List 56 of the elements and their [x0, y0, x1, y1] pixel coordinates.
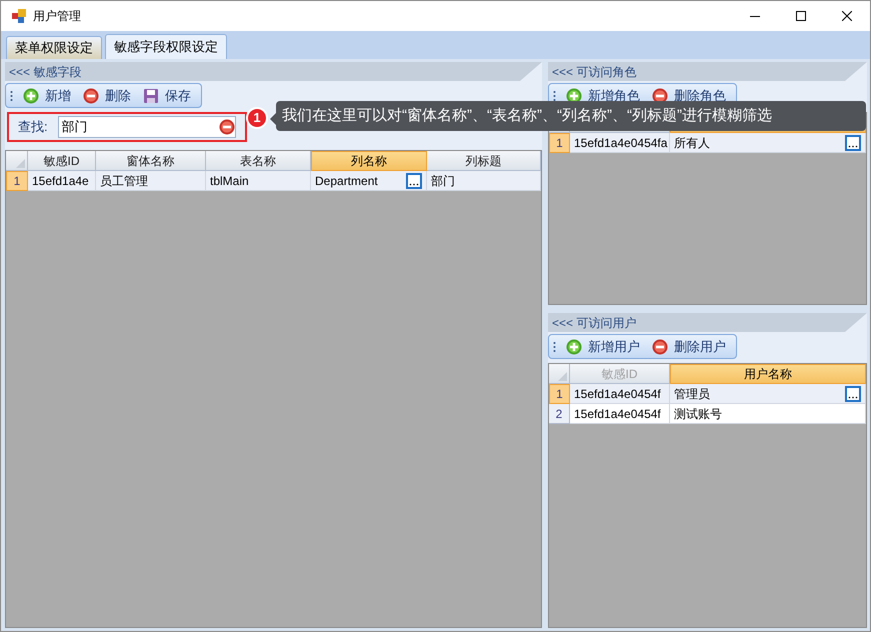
tab[interactable]: 敏感字段权限设定 [105, 34, 227, 59]
save-icon [143, 88, 159, 104]
ellipsis-button[interactable] [845, 386, 861, 402]
table-cell-text: 测试账号 [674, 406, 723, 422]
toolbar-button[interactable]: 新增 [21, 86, 73, 106]
column-header[interactable]: 窗体名称 [96, 151, 206, 171]
table-cell-text: 所有人 [674, 134, 711, 152]
toolbar-button[interactable]: 新增用户 [564, 336, 642, 356]
table-cell-text: Department [315, 172, 379, 190]
grip-icon [553, 90, 556, 102]
maximize-icon [796, 11, 806, 21]
minus-icon [652, 338, 668, 354]
window-title: 用户管理 [33, 8, 81, 25]
table-cell-text: tblMain [210, 172, 250, 190]
table-cell-text: 管理员 [674, 386, 711, 402]
toolbar-button[interactable]: 删除 [81, 86, 133, 106]
dots-icon [848, 144, 858, 148]
plus-icon [566, 338, 582, 354]
column-header[interactable]: 列标题 [427, 151, 541, 171]
toolbar-button[interactable]: 保存 [141, 86, 193, 106]
ellipsis-button[interactable] [845, 134, 861, 150]
search-input[interactable]: 部门 [62, 117, 219, 137]
table-cell-text: 15efd1a4e0454f [574, 406, 662, 422]
corner-triangle-icon [16, 159, 25, 168]
dots-icon [409, 182, 419, 186]
table-cell-text: 部门 [431, 172, 456, 190]
dots-icon [848, 396, 858, 398]
table-cell-text: 员工管理 [100, 172, 149, 190]
minus-icon [83, 88, 99, 104]
row-header[interactable]: 1 [549, 384, 570, 404]
search-label: 查找: [18, 118, 48, 136]
grip-icon [553, 340, 556, 352]
panel-header: <<< 可访问角色 [548, 62, 867, 81]
table-cell-text: 15efd1a4e0454f [574, 386, 662, 402]
column-header[interactable]: 列名称 [311, 151, 427, 171]
search-field[interactable]: 部门 [58, 116, 236, 138]
close-icon [842, 11, 852, 21]
column-header[interactable]: 敏感ID [28, 151, 96, 171]
app-icon [12, 9, 26, 23]
grip-icon [10, 90, 13, 102]
toolbar-button[interactable]: 删除用户 [650, 336, 728, 356]
minus-icon [219, 119, 235, 135]
plus-icon [23, 88, 39, 104]
column-header[interactable]: 表名称 [206, 151, 311, 171]
corner-triangle-icon [558, 372, 567, 381]
column-header[interactable]: 用户名称 [670, 364, 866, 384]
row-header[interactable]: 1 [6, 171, 28, 191]
panel-header: <<< 敏感字段 [5, 62, 542, 81]
panel-header: <<< 可访问用户 [548, 313, 867, 332]
row-header[interactable]: 1 [549, 133, 570, 153]
row-header[interactable]: 2 [549, 404, 570, 424]
tab[interactable]: 菜单权限设定 [6, 36, 102, 59]
ellipsis-button[interactable] [406, 172, 422, 188]
table-cell-text: 15efd1a4e [32, 172, 90, 190]
table-cell-text: 15efd1a4e0454fa [574, 134, 668, 152]
callout-tooltip: 我们在这里可以对“窗体名称”、“表名称”、“列名称”、“列标题”进行模糊筛选 [276, 101, 866, 131]
